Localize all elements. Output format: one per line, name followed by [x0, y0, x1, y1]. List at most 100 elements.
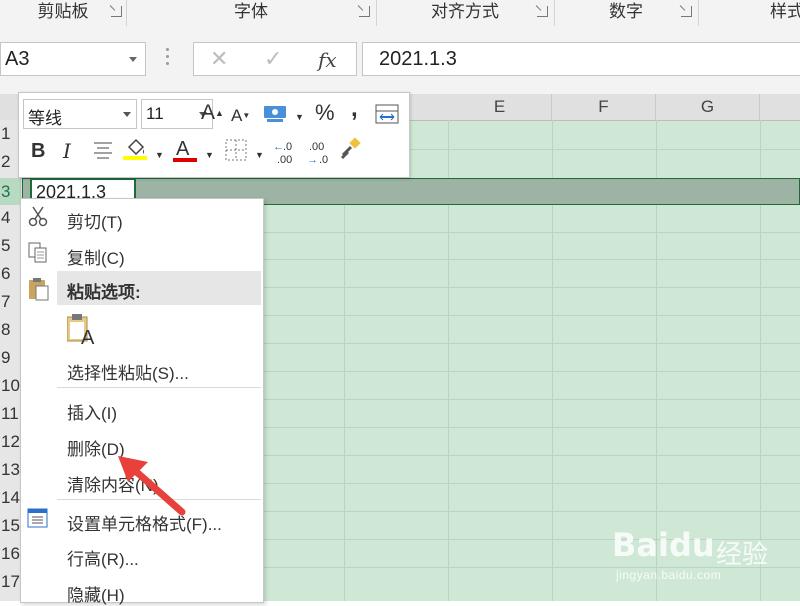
wrap-text-button[interactable] — [375, 103, 399, 129]
decrease-decimal-button[interactable]: .00 → .0 — [307, 137, 337, 167]
copy-icon — [27, 241, 49, 268]
menu-item-insert[interactable]: 插入(I) — [67, 399, 117, 424]
row-header[interactable]: 14 — [0, 488, 20, 508]
menu-item-copy[interactable]: 复制(C) — [67, 244, 125, 269]
ribbon-group-number: 数字 — [554, 0, 699, 26]
formula-input[interactable]: 2021.1.3 — [362, 42, 800, 76]
row-header[interactable]: 12 — [0, 432, 20, 452]
format-painter-button[interactable] — [339, 137, 363, 165]
fill-color-button[interactable] — [123, 137, 149, 165]
font-color-swatch — [173, 158, 197, 162]
name-box[interactable]: A3 — [0, 42, 146, 76]
grow-font-button[interactable]: A▲ — [201, 101, 224, 124]
font-color-letter: A — [176, 138, 190, 160]
chevron-down-icon[interactable] — [123, 112, 131, 117]
row-header[interactable]: 15 — [0, 516, 20, 536]
decimal-label: .00 — [277, 154, 293, 166]
row-header[interactable]: 1 — [0, 124, 20, 144]
chevron-down-icon[interactable]: ▼ — [255, 145, 264, 165]
drag-handle-icon[interactable] — [166, 48, 170, 68]
ribbon-group-alignment: 对齐方式 — [376, 0, 555, 26]
row-header[interactable]: 9 — [0, 348, 20, 368]
ribbon-group-label: 剪贴板 — [37, 2, 89, 21]
menu-item-clear-contents[interactable]: 清除内容(N) — [67, 471, 159, 496]
cancel-icon[interactable]: ✕ — [210, 46, 228, 72]
formula-bar-row: A3 ✕ ✓ fx 2021.1.3 — [0, 26, 800, 94]
ribbon-group-styles: 样式 — [698, 0, 800, 26]
row-header[interactable]: 8 — [0, 320, 20, 340]
row-header[interactable]: 5 — [0, 236, 20, 256]
watermark-jingyan: 经验 — [716, 539, 769, 569]
menu-item-format-cells[interactable]: 设置单元格格式(F)... — [67, 510, 222, 535]
chevron-down-icon[interactable]: ▼ — [155, 145, 164, 165]
font-size-value: 11 — [146, 104, 164, 123]
row-header[interactable]: 10 — [0, 376, 20, 396]
row-header[interactable]: 2 — [0, 152, 20, 172]
paint-bucket-icon — [123, 138, 147, 160]
shrink-font-icon: A — [231, 106, 243, 125]
borders-button[interactable] — [225, 139, 247, 165]
accounting-format-button[interactable] — [263, 103, 289, 129]
row-header[interactable]: 6 — [0, 264, 20, 284]
formula-value: 2021.1.3 — [379, 48, 457, 70]
column-header-f[interactable]: F — [552, 94, 656, 120]
row-header[interactable]: 17 — [0, 572, 20, 592]
chevron-down-icon[interactable]: ▼ — [205, 145, 214, 165]
chevron-down-icon[interactable]: ▼ — [295, 107, 304, 127]
row-header-selected[interactable]: 3 — [0, 178, 20, 205]
row-header[interactable]: 16 — [0, 544, 20, 564]
ribbon-group-label: 字体 — [234, 2, 268, 21]
row-header[interactable]: 4 — [0, 208, 20, 228]
insert-function-button[interactable]: fx — [318, 48, 337, 72]
column-header-g[interactable]: G — [656, 94, 760, 120]
baidu-watermark: Baidu 经验 jingyan.baidu.com — [612, 516, 800, 586]
align-center-icon — [94, 142, 112, 159]
row-header[interactable]: 11 — [0, 404, 20, 424]
menu-item-paste-special[interactable]: 选择性粘贴(S)... — [67, 359, 189, 384]
menu-item-delete[interactable]: 删除(D) — [67, 435, 125, 460]
ribbon-group-label: 样式 — [770, 2, 800, 21]
dialog-launcher-icon[interactable] — [537, 6, 548, 17]
dialog-launcher-icon[interactable] — [681, 6, 692, 17]
watermark-url: jingyan.baidu.com — [616, 568, 722, 582]
decimal-label: .0 — [319, 154, 329, 166]
select-all-corner[interactable] — [0, 94, 20, 120]
name-box-value: A3 — [5, 48, 30, 70]
menu-item-cut[interactable]: 剪切(T) — [67, 208, 123, 233]
scissors-icon — [27, 205, 49, 232]
clipboard-icon — [27, 277, 51, 306]
chevron-down-icon[interactable] — [129, 57, 137, 62]
font-name-select[interactable]: 等线 — [23, 99, 137, 129]
increase-decimal-button[interactable]: ← .0 .00 — [273, 137, 303, 167]
row-headers: 1 2 3 4 5 6 7 8 9 10 11 12 13 14 15 16 1… — [0, 120, 21, 601]
enter-icon[interactable]: ✓ — [264, 46, 282, 72]
ribbon-group-label: 数字 — [609, 2, 643, 21]
svg-text:A: A — [81, 327, 95, 347]
menu-item-row-height[interactable]: 行高(R)... — [67, 545, 139, 570]
formula-buttons: ✕ ✓ fx — [193, 42, 357, 76]
paste-values-button[interactable]: A — [66, 313, 99, 352]
menu-item-hide[interactable]: 隐藏(H) — [67, 581, 125, 606]
grow-font-icon: A — [201, 101, 216, 124]
shrink-font-button[interactable]: A▼ — [231, 106, 250, 126]
paintbrush-icon — [341, 137, 361, 159]
watermark-brand: Baidu — [612, 526, 715, 564]
caret-up-icon: ▲ — [215, 108, 224, 118]
menu-separator — [57, 387, 261, 388]
italic-button[interactable]: I — [63, 141, 71, 161]
comma-style-button[interactable]: , — [351, 97, 358, 121]
row-header[interactable]: 13 — [0, 460, 20, 480]
ribbon-group-label: 对齐方式 — [431, 2, 499, 21]
bold-button[interactable]: B — [31, 141, 45, 161]
mini-toolbar: 等线 11 A▲ A▼ ▼ % , B I ▼ A ▼ ▼ ← .0 .00 .… — [18, 92, 410, 178]
dialog-launcher-icon[interactable] — [111, 6, 122, 17]
ribbon-group-labels: 剪贴板 字体 对齐方式 数字 样式 — [0, 0, 800, 27]
ribbon-group-font: 字体 — [126, 0, 377, 26]
percent-button[interactable]: % — [315, 102, 335, 124]
money-icon — [264, 106, 286, 122]
caret-down-icon: ▼ — [242, 111, 251, 120]
row-header[interactable]: 7 — [0, 292, 20, 312]
align-center-button[interactable] — [93, 139, 113, 165]
dialog-launcher-icon[interactable] — [359, 6, 370, 17]
column-header-e[interactable]: E — [448, 94, 552, 120]
